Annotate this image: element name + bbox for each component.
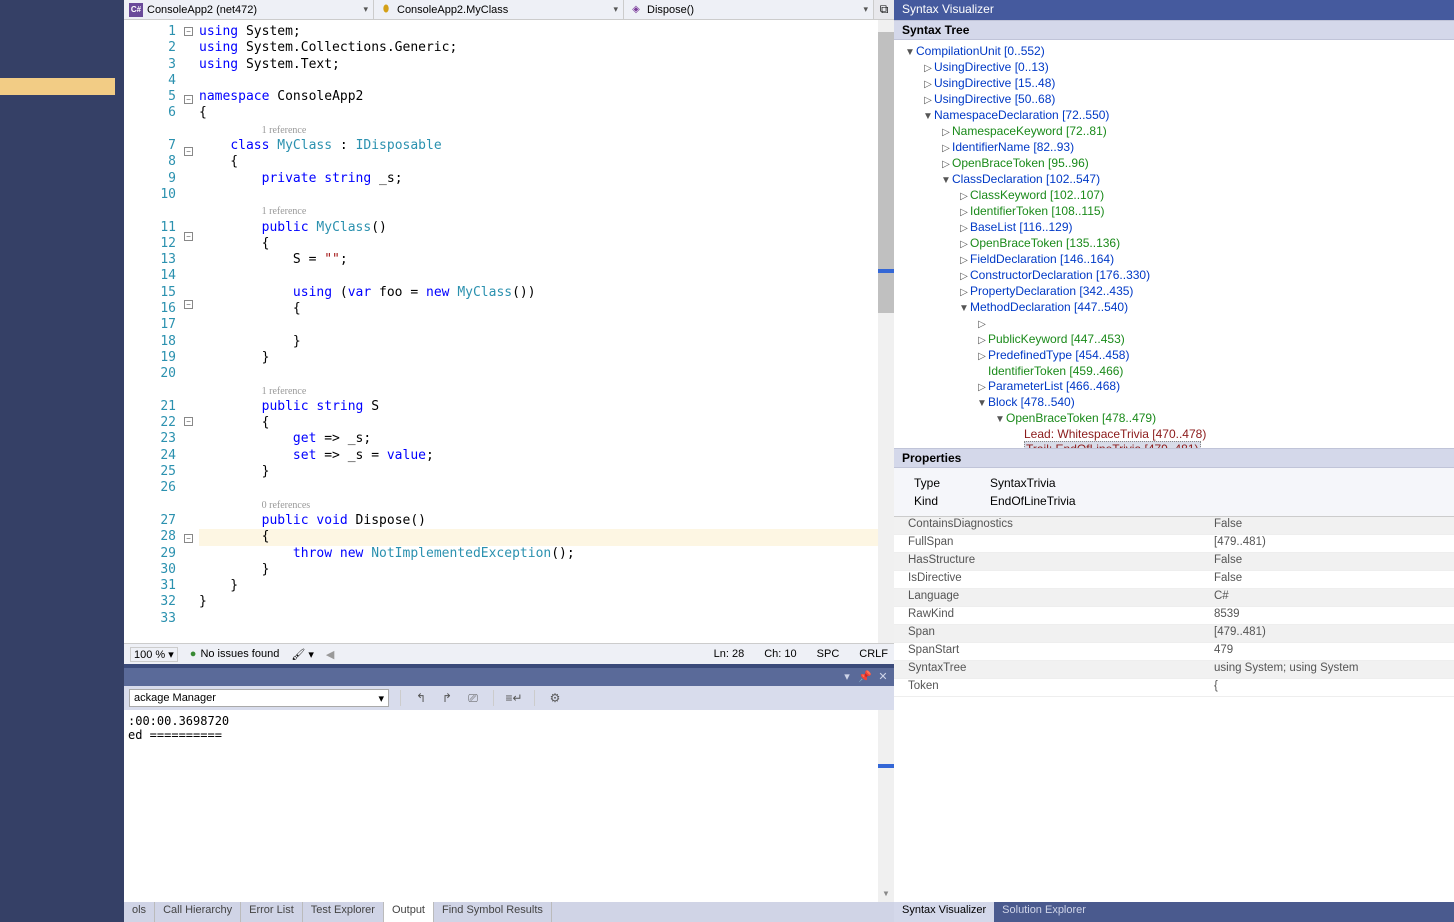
spacing-status[interactable]: SPC xyxy=(817,648,840,660)
editor-status-bar: 100 % ▾ ●No issues found 🖌 ▾ ◀ Ln: 28 Ch… xyxy=(124,643,894,664)
output-panel: ▾ 📌 ✕ ackage Manager▾ ↰ ↱ ⎚ ≡↵ ⚙ :00:00.… xyxy=(124,664,894,922)
property-grid-row[interactable]: HasStructureFalse xyxy=(894,553,1454,571)
class-dropdown[interactable]: ⬮ ConsoleApp2.MyClass ▾ xyxy=(374,0,624,19)
bottom-tab[interactable]: Find Symbol Results xyxy=(434,902,552,922)
tree-node[interactable]: ▷IdentifierName [82..93) xyxy=(894,140,1454,156)
window-position-icon[interactable]: ▾ xyxy=(840,670,854,684)
output-source-dropdown[interactable]: ackage Manager▾ xyxy=(129,689,389,707)
tree-node[interactable]: ▷NamespaceKeyword [72..81) xyxy=(894,124,1454,140)
pin-icon[interactable]: 📌 xyxy=(858,670,872,684)
project-dropdown-text: ConsoleApp2 (net472) xyxy=(147,4,257,16)
tree-node[interactable]: ▼Block [478..540) xyxy=(894,395,1454,411)
tree-node[interactable]: Lead: WhitespaceTrivia [470..478) xyxy=(894,427,1454,442)
syntax-visualizer-panel: Syntax Visualizer Syntax Tree ▼Compilati… xyxy=(894,0,1454,922)
tree-node[interactable]: ▼OpenBraceToken [478..479) xyxy=(894,411,1454,427)
wordwrap-icon[interactable]: ≡↵ xyxy=(505,689,523,707)
right-panel-tab[interactable]: Solution Explorer xyxy=(994,902,1094,922)
tree-node[interactable]: ▼NamespaceDeclaration [72..550) xyxy=(894,108,1454,124)
left-sidebar xyxy=(0,0,124,922)
syntax-tree[interactable]: ▼CompilationUnit [0..552)▷UsingDirective… xyxy=(894,40,1454,448)
check-icon: ● xyxy=(190,648,197,660)
col-status[interactable]: Ch: 10 xyxy=(764,648,796,660)
navigation-bar: C# ConsoleApp2 (net472) ▾ ⬮ ConsoleApp2.… xyxy=(124,0,894,20)
tree-node[interactable]: ▷PredefinedType [454..458) xyxy=(894,348,1454,364)
property-grid-row[interactable]: RawKind8539 xyxy=(894,607,1454,625)
tree-node[interactable]: ▷OpenBraceToken [95..96) xyxy=(894,156,1454,172)
panel-title: Syntax Visualizer xyxy=(894,0,1454,20)
clear-icon[interactable]: ⎚ xyxy=(464,689,482,707)
sidebar-highlight xyxy=(0,78,115,95)
tree-node[interactable]: ▷ConstructorDeclaration [176..330) xyxy=(894,268,1454,284)
split-button[interactable]: ⧉ xyxy=(874,0,894,19)
property-grid-row[interactable]: LanguageC# xyxy=(894,589,1454,607)
tree-node[interactable]: ▷ xyxy=(894,316,1454,332)
line-numbers: 1234567891011121314151617181920212223242… xyxy=(124,20,184,643)
tree-node[interactable]: ▼ClassDeclaration [102..547) xyxy=(894,172,1454,188)
issues-status[interactable]: ●No issues found xyxy=(190,648,280,660)
output-line: ed ========== xyxy=(128,728,890,742)
vertical-scrollbar[interactable] xyxy=(878,20,894,643)
member-dropdown-text: Dispose() xyxy=(647,4,694,16)
close-icon[interactable]: ✕ xyxy=(876,670,890,684)
tree-node[interactable]: ▷OpenBraceToken [135..136) xyxy=(894,236,1454,252)
bottom-tabs: olsCall HierarchyError ListTest Explorer… xyxy=(124,902,894,922)
tree-node[interactable]: ▷FieldDeclaration [146..164) xyxy=(894,252,1454,268)
tree-node[interactable]: ▷BaseList [116..129) xyxy=(894,220,1454,236)
class-dropdown-text: ConsoleApp2.MyClass xyxy=(397,4,508,16)
tree-node[interactable]: ▷ClassKeyword [102..107) xyxy=(894,188,1454,204)
code-content[interactable]: using System;using System.Collections.Ge… xyxy=(199,20,878,643)
bottom-tab[interactable]: Error List xyxy=(241,902,303,922)
code-editor[interactable]: 1234567891011121314151617181920212223242… xyxy=(124,20,894,643)
properties-header: Properties xyxy=(894,448,1454,468)
member-dropdown[interactable]: ◈ Dispose() ▾ xyxy=(624,0,874,19)
class-icon: ⬮ xyxy=(379,3,393,17)
bottom-tab[interactable]: Test Explorer xyxy=(303,902,384,922)
goto-prev-icon[interactable]: ↰ xyxy=(412,689,430,707)
output-line: :00:00.3698720 xyxy=(128,714,890,728)
bottom-tab[interactable]: Call Hierarchy xyxy=(155,902,241,922)
property-grid-row[interactable]: FullSpan[479..481) xyxy=(894,535,1454,553)
properties-grid[interactable]: ContainsDiagnosticsFalseFullSpan[479..48… xyxy=(894,516,1454,902)
tree-node[interactable]: ▷UsingDirective [50..68) xyxy=(894,92,1454,108)
cleanup-button[interactable]: 🖌 ▾ xyxy=(291,648,314,661)
goto-next-icon[interactable]: ↱ xyxy=(438,689,456,707)
tree-node[interactable]: ▷PropertyDeclaration [342..435) xyxy=(894,284,1454,300)
property-grid-row[interactable]: ContainsDiagnosticsFalse xyxy=(894,517,1454,535)
chevron-down-icon: ▾ xyxy=(363,4,368,15)
property-grid-row[interactable]: Span[479..481) xyxy=(894,625,1454,643)
line-status[interactable]: Ln: 28 xyxy=(714,648,745,660)
properties-summary: TypeSyntaxTriviaKindEndOfLineTrivia xyxy=(894,468,1454,516)
right-panel-tabs: Syntax VisualizerSolution Explorer xyxy=(894,902,1454,922)
tree-node[interactable]: ▷IdentifierToken [108..115) xyxy=(894,204,1454,220)
property-row: KindEndOfLineTrivia xyxy=(914,492,1434,510)
property-row: TypeSyntaxTrivia xyxy=(914,474,1434,492)
tree-node[interactable]: ▷PublicKeyword [447..453) xyxy=(894,332,1454,348)
fold-column[interactable]: −−−−−−− xyxy=(184,20,199,643)
method-icon: ◈ xyxy=(629,3,643,17)
zoom-dropdown[interactable]: 100 % ▾ xyxy=(130,647,178,662)
output-textarea[interactable]: :00:00.3698720 ed ========== ▾ xyxy=(124,710,894,902)
property-grid-row[interactable]: SpanStart479 xyxy=(894,643,1454,661)
property-grid-row[interactable]: IsDirectiveFalse xyxy=(894,571,1454,589)
property-grid-row[interactable]: SyntaxTreeusing System; using System xyxy=(894,661,1454,679)
property-grid-row[interactable]: Token{ xyxy=(894,679,1454,697)
settings-icon[interactable]: ⚙ xyxy=(546,689,564,707)
tree-node[interactable]: ▷ParameterList [466..468) xyxy=(894,379,1454,395)
chevron-down-icon: ▾ xyxy=(863,4,868,15)
tree-node[interactable]: ▷UsingDirective [15..48) xyxy=(894,76,1454,92)
tree-node[interactable]: IdentifierToken [459..466) xyxy=(894,364,1454,379)
bottom-tab[interactable]: Output xyxy=(384,902,434,922)
syntax-tree-header: Syntax Tree xyxy=(894,20,1454,40)
output-titlebar: ▾ 📌 ✕ xyxy=(124,668,894,686)
tree-node[interactable]: ▷UsingDirective [0..13) xyxy=(894,60,1454,76)
lineending-status[interactable]: CRLF xyxy=(859,648,888,660)
chevron-down-icon: ▾ xyxy=(613,4,618,15)
tree-node[interactable]: ▼MethodDeclaration [447..540) xyxy=(894,300,1454,316)
project-dropdown[interactable]: C# ConsoleApp2 (net472) ▾ xyxy=(124,0,374,19)
output-toolbar: ackage Manager▾ ↰ ↱ ⎚ ≡↵ ⚙ xyxy=(124,686,894,710)
bottom-tab[interactable]: ols xyxy=(124,902,155,922)
csharp-icon: C# xyxy=(129,3,143,17)
tree-node[interactable]: ▼CompilationUnit [0..552) xyxy=(894,44,1454,60)
right-panel-tab[interactable]: Syntax Visualizer xyxy=(894,902,994,922)
